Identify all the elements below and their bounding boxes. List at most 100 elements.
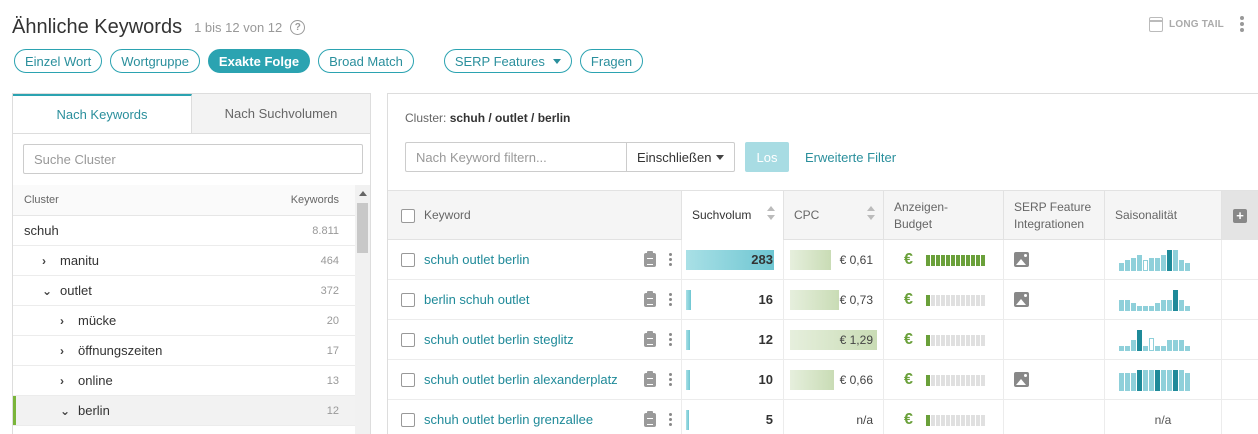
serp-column-header[interactable]: SERP Feature Integrationen — [1004, 191, 1105, 240]
page-title: Ähnliche Keywords — [12, 15, 183, 38]
tab-by-keywords[interactable]: Nach Keywords — [13, 94, 192, 133]
season-cell: n/a — [1105, 400, 1222, 434]
cluster-scrollbar[interactable] — [355, 185, 370, 434]
more-options-icon[interactable] — [669, 413, 672, 426]
cluster-count: 13 — [326, 374, 339, 387]
image-icon[interactable] — [1014, 372, 1029, 387]
budget-column-header[interactable]: Anzeigen- Budget — [884, 191, 1004, 240]
budget-bar — [926, 335, 985, 346]
chevron-down-icon[interactable]: ⌄ — [60, 404, 78, 418]
volume-bar — [686, 290, 691, 310]
keyword-link[interactable]: schuh outlet berlin grenzallee — [424, 412, 593, 427]
more-options-icon[interactable] — [669, 253, 672, 266]
keyword-link[interactable]: schuh outlet berlin alexanderplatz — [424, 372, 618, 387]
calendar-icon — [1149, 17, 1164, 32]
cpc-column-header[interactable]: CPC — [784, 191, 884, 240]
volume-column-header[interactable]: Suchvolum — [682, 191, 784, 240]
row-checkbox[interactable] — [401, 252, 415, 267]
season-bar — [1155, 258, 1160, 271]
cpc-bar — [790, 250, 831, 270]
image-icon[interactable] — [1014, 252, 1029, 267]
clipboard-icon[interactable] — [644, 291, 656, 307]
select-all-checkbox[interactable] — [401, 208, 415, 223]
season-bar — [1173, 340, 1178, 351]
keyword-link[interactable]: schuh outlet berlin steglitz — [424, 332, 574, 347]
go-button[interactable]: Los — [745, 142, 789, 172]
add-column-button[interactable]: + — [1222, 191, 1258, 240]
cluster-row[interactable]: › mücke 20 — [13, 306, 355, 336]
chevron-down-icon[interactable]: ⌄ — [42, 284, 60, 298]
serp-features-dropdown[interactable]: SERP Features — [443, 49, 572, 73]
cluster-row[interactable]: ⌄ berlin 12 — [13, 396, 355, 426]
long-tail-label: LONG TAIL — [1169, 19, 1224, 30]
scroll-up-icon[interactable] — [359, 191, 367, 196]
serp-cell — [1004, 280, 1105, 319]
image-icon[interactable] — [1014, 292, 1029, 307]
sort-icon[interactable] — [867, 206, 875, 220]
pill-label: Fragen — [590, 53, 633, 69]
scroll-thumb[interactable] — [357, 203, 368, 253]
row-checkbox[interactable] — [401, 412, 415, 427]
cluster-row[interactable]: › online 13 — [13, 366, 355, 396]
tab-by-volume[interactable]: Nach Suchvolumen — [192, 94, 370, 133]
cpc-bar — [790, 370, 834, 390]
row-checkbox[interactable] — [401, 292, 415, 307]
cluster-row[interactable]: › manitu 464 — [13, 246, 355, 276]
season-column-header[interactable]: Saisonalität — [1105, 191, 1222, 240]
chevron-right-icon[interactable]: › — [60, 314, 78, 328]
budget-header-line1: Anzeigen- — [894, 199, 949, 214]
chevron-right-icon[interactable]: › — [42, 254, 60, 268]
keyword-panel: Cluster: schuh / outlet / berlin Einschl… — [387, 93, 1258, 434]
chevron-right-icon[interactable]: › — [60, 374, 78, 388]
cluster-search-input[interactable] — [23, 144, 363, 174]
cluster-row[interactable]: schuh 8.811 — [13, 216, 355, 246]
more-options-icon[interactable] — [1240, 16, 1244, 32]
volume-cell: 5 — [682, 400, 784, 434]
euro-icon: € — [904, 291, 913, 308]
keyword-table: Keyword Suchvolum CPC Anzeigen- Budget S… — [388, 190, 1258, 434]
season-bar — [1149, 258, 1154, 271]
advanced-filter-link[interactable]: Erweiterte Filter — [805, 150, 896, 165]
clipboard-icon[interactable] — [644, 411, 656, 427]
filter-pill[interactable]: Wortgruppe — [110, 49, 200, 73]
cluster-name: online — [78, 373, 113, 388]
clipboard-icon[interactable] — [644, 331, 656, 347]
cluster-tabs: Nach Keywords Nach Suchvolumen — [13, 94, 370, 134]
questions-pill[interactable]: Fragen — [579, 49, 644, 73]
season-cell — [1105, 240, 1222, 279]
keyword-column-header[interactable]: Keyword — [388, 191, 682, 240]
more-options-icon[interactable] — [669, 373, 672, 386]
clipboard-icon[interactable] — [644, 251, 656, 267]
budget-cell: € — [884, 320, 1004, 359]
filter-pill[interactable]: Exakte Folge — [207, 49, 311, 73]
volume-cell: 10 — [682, 360, 784, 399]
row-checkbox[interactable] — [401, 372, 415, 387]
result-count: 1 bis 12 von 12 — [194, 19, 283, 35]
include-select-value: Einschließen — [637, 149, 712, 165]
budget-cell: € — [884, 360, 1004, 399]
filter-pill[interactable]: Einzel Wort — [14, 49, 103, 73]
season-bar — [1125, 346, 1130, 351]
include-select[interactable]: Einschließen — [626, 142, 735, 172]
keyword-link[interactable]: berlin schuh outlet — [424, 292, 530, 307]
keyword-cell: schuh outlet berlin alexanderplatz — [388, 360, 682, 399]
keyword-filter-input[interactable] — [405, 142, 626, 172]
cluster-row[interactable]: › öffnungszeiten 17 — [13, 336, 355, 366]
volume-bar — [686, 330, 690, 350]
sort-icon[interactable] — [767, 206, 775, 220]
more-options-icon[interactable] — [669, 293, 672, 306]
row-checkbox[interactable] — [401, 332, 415, 347]
long-tail-button[interactable]: LONG TAIL — [1149, 17, 1224, 32]
filter-pill[interactable]: Broad Match — [318, 49, 414, 73]
keyword-link[interactable]: schuh outlet berlin — [424, 252, 530, 267]
chevron-right-icon[interactable]: › — [60, 344, 78, 358]
cluster-path: schuh / outlet / berlin — [449, 111, 571, 125]
cluster-row[interactable]: ⌄ outlet 372 — [13, 276, 355, 306]
clipboard-icon[interactable] — [644, 371, 656, 387]
help-icon[interactable]: ? — [290, 19, 306, 35]
volume-bar — [686, 410, 689, 430]
season-bar — [1161, 300, 1166, 311]
more-options-icon[interactable] — [669, 333, 672, 346]
season-bar — [1143, 370, 1148, 391]
season-bar — [1173, 370, 1178, 391]
